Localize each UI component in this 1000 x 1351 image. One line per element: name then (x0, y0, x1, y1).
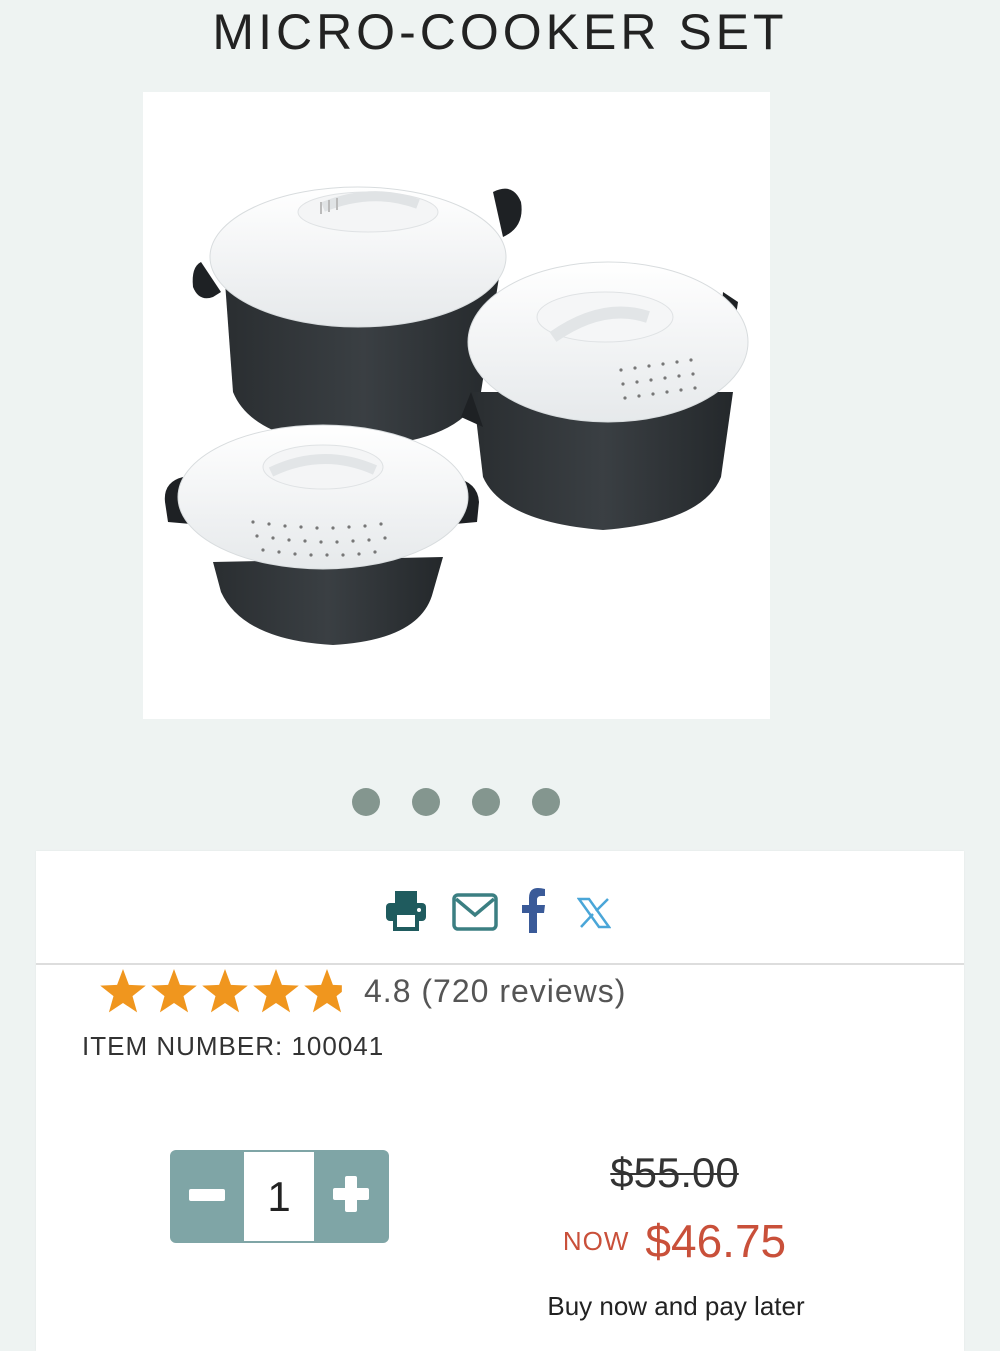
item-number: ITEM NUMBER: 100041 (82, 1031, 385, 1061)
star-icon (304, 969, 342, 1013)
share-bar (36, 851, 964, 965)
medium-pot (461, 261, 749, 530)
star-rating (100, 969, 342, 1013)
sale-price: $46.75 (645, 1215, 787, 1267)
increase-quantity-button[interactable] (315, 1150, 389, 1243)
star-icon (100, 969, 146, 1013)
minus-icon (189, 1189, 225, 1201)
star-icon (151, 969, 197, 1013)
page-title: MICRO-COOKER SET (212, 3, 788, 60)
carousel-dot-1[interactable] (352, 788, 380, 816)
rating-text[interactable]: 4.8 (720 reviews) (364, 973, 626, 1010)
star-icon (202, 969, 248, 1013)
carousel-dots (0, 788, 1000, 816)
original-price: $55.00 (610, 1149, 739, 1196)
decrease-quantity-button[interactable] (170, 1150, 244, 1243)
print-icon[interactable] (384, 889, 428, 933)
buy-now-pay-later-text: Buy now and pay later (547, 1291, 805, 1321)
star-icon (253, 969, 299, 1013)
quantity-stepper (170, 1150, 389, 1243)
facebook-icon[interactable] (520, 887, 546, 933)
x-icon[interactable] (577, 897, 611, 929)
quantity-input[interactable] (244, 1152, 314, 1241)
sale-price-row: NOW $46.75 (536, 1214, 813, 1268)
carousel-dot-2[interactable] (412, 788, 440, 816)
now-label: NOW (562, 1225, 630, 1256)
email-icon[interactable] (452, 893, 498, 931)
carousel-dot-3[interactable] (472, 788, 500, 816)
micro-cooker-set-illustration (164, 186, 749, 645)
plus-icon (333, 1176, 369, 1212)
product-image[interactable] (143, 92, 770, 719)
small-pot (164, 424, 479, 645)
carousel-dot-4[interactable] (532, 788, 560, 816)
product-info-card: 4.8 (720 reviews) ITEM NUMBER: 100041 $5… (36, 851, 964, 1351)
